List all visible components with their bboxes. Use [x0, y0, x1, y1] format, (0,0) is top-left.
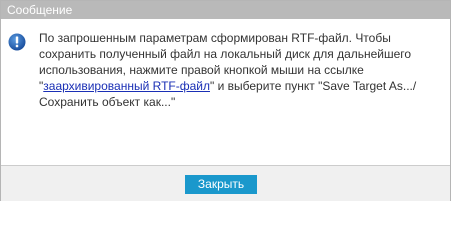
- dialog-body: По запрошенным параметрам сформирован RT…: [1, 19, 450, 165]
- message-text: По запрошенным параметрам сформирован RT…: [39, 30, 444, 110]
- message-dialog: Сообщение По запрошенным параметрам сфор…: [0, 0, 451, 201]
- dialog-footer: Закрыть: [1, 165, 450, 201]
- rtf-file-link[interactable]: заархивированный RTF-файл: [43, 79, 210, 93]
- close-button[interactable]: Закрыть: [185, 175, 257, 194]
- dialog-title: Сообщение: [1, 1, 450, 19]
- info-icon: [8, 33, 26, 51]
